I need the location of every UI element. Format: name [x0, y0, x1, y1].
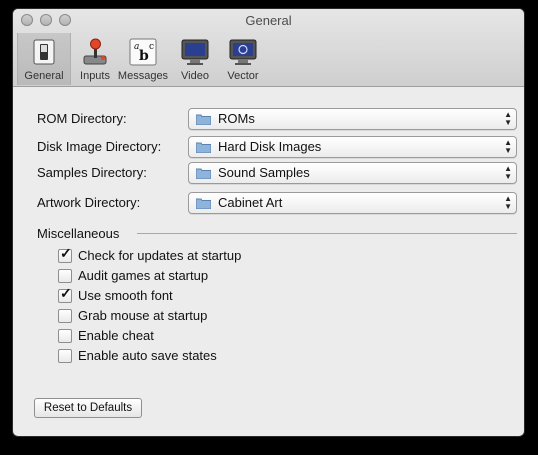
updown-arrows-icon: ▲ ▼ [504, 164, 512, 181]
samples-directory-value: Sound Samples [218, 165, 310, 180]
svg-text:b: b [139, 48, 149, 64]
vector-monitor-icon [229, 39, 257, 65]
checkmark-icon: ✓ [60, 284, 72, 301]
auto-save-checkbox[interactable] [58, 348, 72, 363]
rom-directory-value: ROMs [218, 111, 255, 126]
folder-icon [196, 168, 211, 179]
tab-inputs-label: Inputs [80, 70, 110, 82]
audit-games-checkbox[interactable] [58, 268, 72, 283]
joystick-icon [83, 38, 107, 65]
artwork-directory-value: Cabinet Art [218, 195, 283, 210]
updown-arrows-icon: ▲ ▼ [504, 138, 512, 155]
check-updates-checkbox[interactable]: ✓ [58, 245, 72, 263]
tab-messages-label: Messages [117, 70, 169, 82]
smooth-font-checkbox[interactable]: ✓ [58, 285, 72, 303]
svg-text:c: c [149, 42, 154, 52]
tab-video[interactable]: Video [169, 33, 221, 85]
tab-messages[interactable]: a b c Messages [117, 33, 169, 85]
tab-inputs[interactable]: Inputs [69, 33, 121, 85]
tab-vector[interactable]: Vector [217, 33, 269, 85]
auto-save-label: Enable auto save states [78, 348, 217, 363]
preferences-window: General General Inputs a b c Messages Vi… [13, 9, 524, 436]
smooth-font-label: Use smooth font [78, 288, 173, 303]
tab-video-label: Video [181, 70, 209, 82]
updown-arrows-icon: ▲ ▼ [504, 194, 512, 211]
grab-mouse-label: Grab mouse at startup [78, 308, 208, 323]
switch-icon [33, 39, 55, 65]
samples-directory-label: Samples Directory: [37, 165, 147, 180]
folder-icon [196, 142, 211, 153]
samples-directory-popup[interactable]: Sound Samples ▲ ▼ [188, 162, 517, 184]
artwork-directory-label: Artwork Directory: [37, 195, 141, 210]
rom-directory-popup[interactable]: ROMs ▲ ▼ [188, 108, 517, 130]
grab-mouse-checkbox[interactable] [58, 308, 72, 323]
check-updates-label: Check for updates at startup [78, 248, 242, 263]
miscellaneous-heading: Miscellaneous [37, 226, 120, 241]
disk-image-directory-label: Disk Image Directory: [37, 139, 162, 154]
enable-cheat-option[interactable]: Enable cheat [58, 328, 154, 343]
folder-icon [196, 198, 211, 209]
smooth-font-option[interactable]: ✓ Use smooth font [58, 285, 173, 303]
disk-image-directory-popup[interactable]: Hard Disk Images ▲ ▼ [188, 136, 517, 158]
monitor-icon [181, 39, 209, 65]
audit-games-label: Audit games at startup [78, 268, 209, 283]
tab-vector-label: Vector [227, 70, 259, 82]
toolbar: General General Inputs a b c Messages Vi… [13, 9, 524, 87]
auto-save-option[interactable]: Enable auto save states [58, 348, 217, 363]
artwork-directory-popup[interactable]: Cabinet Art ▲ ▼ [188, 192, 517, 214]
enable-cheat-checkbox[interactable] [58, 328, 72, 343]
audit-games-option[interactable]: Audit games at startup [58, 268, 208, 283]
reset-to-defaults-button[interactable]: Reset to Defaults [34, 398, 142, 418]
disk-image-directory-value: Hard Disk Images [218, 139, 322, 154]
tab-general[interactable]: General [17, 33, 71, 85]
checkmark-icon: ✓ [60, 244, 72, 261]
tab-general-label: General [24, 70, 64, 82]
window-title: General [245, 13, 292, 28]
folder-icon [196, 114, 211, 125]
grab-mouse-option[interactable]: Grab mouse at startup [58, 308, 207, 323]
updown-arrows-icon: ▲ ▼ [504, 110, 512, 127]
abc-icon: a b c [129, 38, 157, 66]
rom-directory-label: ROM Directory: [37, 111, 127, 126]
miscellaneous-divider [137, 233, 517, 234]
enable-cheat-label: Enable cheat [78, 328, 154, 343]
check-updates-option[interactable]: ✓ Check for updates at startup [58, 245, 242, 263]
